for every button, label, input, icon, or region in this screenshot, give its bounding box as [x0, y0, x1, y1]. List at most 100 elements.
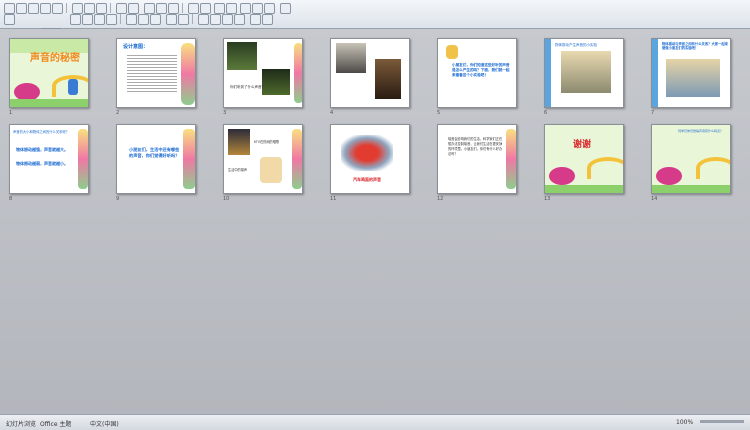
zoom-level[interactable]: 100%	[676, 419, 693, 426]
view-mode-label: 幻灯片浏览	[6, 421, 37, 428]
save-icon[interactable]	[28, 3, 39, 14]
slide-thumbnail-14[interactable]: 同学们你们觉得声音有什么特点？	[651, 124, 731, 194]
kid-figure	[68, 79, 78, 95]
numbering-icon[interactable]	[166, 14, 177, 25]
shadow-icon[interactable]	[106, 14, 117, 25]
decrease-font-icon[interactable]	[210, 14, 221, 25]
slide-text: 物体振动与声音之间有什么关系？大家一起来做做小朋友们的实验吧！	[662, 42, 728, 50]
slide-thumbnail-12[interactable]: 噪音会影响我们的生活，科学家们正在想办法控制噪音，让我们生活在更安静的环境里。小…	[437, 124, 517, 194]
slide-sorter: 声音的秘密 1 设计意图： 2 你们听到了什么声音？ 3 4 小朋友们，你们知道…	[0, 29, 750, 414]
slide-caption: KTV在热闹的唱歌	[254, 140, 280, 144]
slide-thumbnail-3[interactable]: 你们听到了什么声音？	[223, 38, 303, 108]
design-icon[interactable]	[264, 3, 275, 14]
more-icon[interactable]	[280, 3, 291, 14]
slide-thumbnail-5[interactable]: 小朋友们，你们知道这些好听的声音是怎么产生的吗？下面，我们就一起来看看这个小实验…	[437, 38, 517, 108]
preview-icon[interactable]	[52, 3, 63, 14]
slide-caption: 你们听到了什么声音？	[230, 85, 265, 89]
piano-player-photo	[336, 43, 366, 73]
slideshow-icon[interactable]	[240, 3, 251, 14]
slide-thumbnail-4[interactable]	[330, 38, 410, 108]
grass	[652, 185, 730, 193]
slide-number: 5	[437, 110, 441, 116]
slide-number: 10	[223, 196, 230, 202]
slide-title: 物体振动产生声音的小实验	[555, 43, 597, 47]
paste-icon[interactable]	[96, 3, 107, 14]
slide-thumbnail-13[interactable]: 谢谢	[544, 124, 624, 194]
cut-icon[interactable]	[72, 3, 83, 14]
slide-title: 谢谢	[573, 140, 592, 150]
align-center-icon[interactable]	[138, 14, 149, 25]
cartoon-kid	[446, 45, 458, 59]
slide-text: 小朋友们，你们知道这些好听的声音是怎么产生的吗？下面，我们就一起来看看这个小实验…	[452, 63, 510, 77]
separator	[66, 3, 67, 13]
color-icon[interactable]	[226, 3, 237, 14]
slide-number: 4	[330, 110, 334, 116]
slide-text: 同学们你们觉得声音有什么特点？	[678, 129, 724, 133]
open-icon[interactable]	[16, 3, 27, 14]
slide-number: 3	[223, 110, 227, 116]
font-color-icon[interactable]	[250, 14, 261, 25]
slide-number: 13	[544, 196, 551, 202]
zoom-icon[interactable]	[188, 3, 199, 14]
slide-line-1: 物体振动越强，声音就越大。	[16, 147, 68, 152]
grass	[10, 99, 88, 107]
separator	[182, 3, 183, 13]
new-slide-icon[interactable]	[252, 3, 263, 14]
noise-cartoon	[260, 157, 282, 183]
new-icon[interactable]	[4, 3, 15, 14]
chart-icon[interactable]	[144, 3, 155, 14]
bold-icon[interactable]	[70, 14, 81, 25]
slide-number: 2	[116, 110, 120, 116]
slide-title: 声音的秘密	[30, 53, 80, 64]
slide-text: 小朋友们，生活中还有哪些的声音，你们觉得好听吗？	[129, 147, 180, 158]
help-icon[interactable]	[200, 3, 211, 14]
side-border	[545, 39, 551, 107]
bird-photo	[262, 69, 290, 95]
align-right-icon[interactable]	[150, 14, 161, 25]
undo-icon[interactable]	[116, 3, 127, 14]
slide-number: 11	[330, 196, 337, 202]
underline-icon[interactable]	[94, 14, 105, 25]
redo-icon[interactable]	[128, 3, 139, 14]
music-box	[549, 167, 575, 185]
table-icon[interactable]	[156, 3, 167, 14]
italic-icon[interactable]	[82, 14, 93, 25]
font-name-icon[interactable]	[4, 14, 15, 25]
separator	[110, 3, 111, 13]
rainbow	[587, 157, 623, 179]
slide-text: 噪音会影响我们的生活，科学家们正在想办法控制噪音，让我们生活在更安静的环境里。小…	[448, 137, 503, 156]
slide-caption: 汽车鸣笛的声音	[353, 177, 381, 182]
slide-thumbnail-7[interactable]: 物体振动与声音之间有什么关系？大家一起来做做小朋友们的实验吧！	[651, 38, 731, 108]
design-tasks-icon[interactable]	[262, 14, 273, 25]
outdent-icon[interactable]	[234, 14, 245, 25]
music-notes-decor	[183, 129, 195, 189]
copy-icon[interactable]	[84, 3, 95, 14]
slide-thumbnail-10[interactable]: KTV在热闹的唱歌 生活中的噪声	[223, 124, 303, 194]
slide-heading: 设计意图：	[123, 44, 149, 50]
slide-thumbnail-8[interactable]: 声音的大小和物体之间的什么关系呢？ 物体振动越强，声音就越大。 物体振动越弱，声…	[9, 124, 89, 194]
indent-icon[interactable]	[222, 14, 233, 25]
grid-icon[interactable]	[214, 3, 225, 14]
slide-thumbnail-1[interactable]: 声音的秘密	[9, 38, 89, 108]
zoom-slider[interactable]	[700, 420, 744, 423]
slide-thumbnail-11[interactable]: 汽车鸣笛的声音	[330, 124, 410, 194]
slide-thumbnail-6[interactable]: 物体振动产生声音的小实验	[544, 38, 624, 108]
slide-number: 1	[9, 110, 13, 116]
rainbow	[696, 157, 730, 179]
music-notes-decor	[506, 129, 516, 189]
print-icon[interactable]	[40, 3, 51, 14]
bullets-icon[interactable]	[178, 14, 189, 25]
toolbar-row-2: 15	[0, 14, 750, 38]
increase-font-icon[interactable]	[198, 14, 209, 25]
slide-number: 14	[651, 196, 658, 202]
slide-number: 12	[437, 196, 444, 202]
slide-number: 8	[9, 196, 13, 202]
side-border	[652, 39, 658, 107]
body-text-lines	[127, 53, 177, 93]
align-left-icon[interactable]	[126, 14, 137, 25]
car-honking-image	[341, 135, 393, 171]
slide-thumbnail-2[interactable]: 设计意图：	[116, 38, 196, 108]
music-notes-decor	[78, 129, 88, 189]
image-icon[interactable]	[168, 3, 179, 14]
slide-thumbnail-9[interactable]: 小朋友们，生活中还有哪些的声音，你们觉得好听吗？	[116, 124, 196, 194]
